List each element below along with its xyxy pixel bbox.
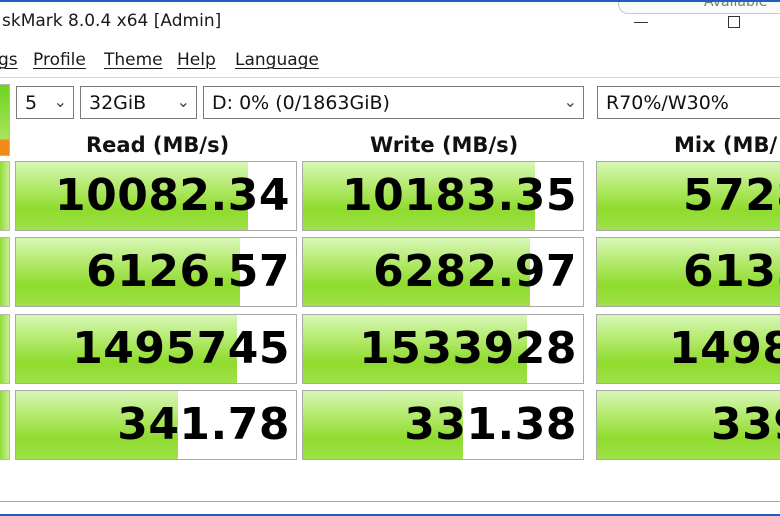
menu-profile[interactable]: Profile: [33, 50, 86, 70]
result-value: 10082.34: [54, 170, 290, 221]
write-result-3: 1533928: [302, 314, 584, 384]
result-value: 10183.35: [341, 170, 577, 221]
result-value: 339: [711, 399, 780, 450]
title-bar[interactable]: skMark 8.0.4 x64 [Admin] Available: [0, 2, 780, 42]
mix-ratio-value: R70%/W30%: [606, 92, 729, 114]
all-button[interactable]: [0, 84, 10, 156]
mix-header: Mix (MB/: [674, 133, 778, 157]
chevron-down-icon: ⌄: [563, 92, 577, 111]
maximize-icon[interactable]: [728, 16, 740, 28]
row-3-button[interactable]: [0, 314, 10, 384]
row-4-button[interactable]: [0, 390, 10, 460]
mix-result-3: 1498: [596, 314, 780, 384]
result-value: 6126.57: [86, 246, 290, 297]
minimize-icon[interactable]: [634, 22, 648, 23]
result-value: 341.78: [117, 399, 290, 450]
chevron-down-icon: ⌄: [176, 92, 190, 111]
mix-ratio-select[interactable]: R70%/W30%: [597, 86, 780, 119]
read-result-4: 341.78: [15, 390, 297, 460]
test-size-value: 32GiB: [89, 92, 147, 114]
read-result-2: 6126.57: [15, 237, 297, 307]
window-controls: Available: [618, 2, 780, 42]
result-value: 6135: [683, 246, 780, 297]
mix-result-4: 339: [596, 390, 780, 460]
chevron-down-icon: ⌄: [53, 92, 67, 111]
write-result-1: 10183.35: [302, 161, 584, 231]
drive-value: D: 0% (0/1863GiB): [212, 92, 390, 114]
menu-theme[interactable]: Theme: [104, 50, 163, 70]
result-value: 1495745: [72, 323, 290, 374]
result-value: 1498: [669, 323, 780, 374]
result-value: 5728: [683, 170, 780, 221]
mix-result-2: 6135: [596, 237, 780, 307]
row-2-button[interactable]: [0, 237, 10, 307]
test-size-select[interactable]: 32GiB ⌄: [80, 86, 197, 119]
write-result-4: 331.38: [302, 390, 584, 460]
result-value: 6282.97: [373, 246, 577, 297]
test-count-value: 5: [25, 92, 38, 114]
result-value: 331.38: [404, 399, 577, 450]
test-count-select[interactable]: 5 ⌄: [16, 86, 74, 119]
drive-select[interactable]: D: 0% (0/1863GiB) ⌄: [203, 86, 584, 119]
read-result-1: 10082.34: [15, 161, 297, 231]
write-result-2: 6282.97: [302, 237, 584, 307]
result-value: 1533928: [359, 323, 577, 374]
mix-result-1: 5728: [596, 161, 780, 231]
write-header: Write (MB/s): [370, 133, 519, 157]
menu-settings[interactable]: gs: [0, 50, 18, 70]
menu-language[interactable]: Language: [235, 50, 319, 70]
row-1-button[interactable]: [0, 161, 10, 231]
read-header: Read (MB/s): [86, 133, 230, 157]
background-text: Available: [704, 2, 768, 10]
menu-bar: gs Profile Theme Help Language: [0, 44, 780, 74]
read-result-3: 1495745: [15, 314, 297, 384]
window-title: skMark 8.0.4 x64 [Admin]: [2, 11, 222, 31]
menu-help[interactable]: Help: [177, 50, 216, 70]
menu-divider: [0, 77, 780, 78]
